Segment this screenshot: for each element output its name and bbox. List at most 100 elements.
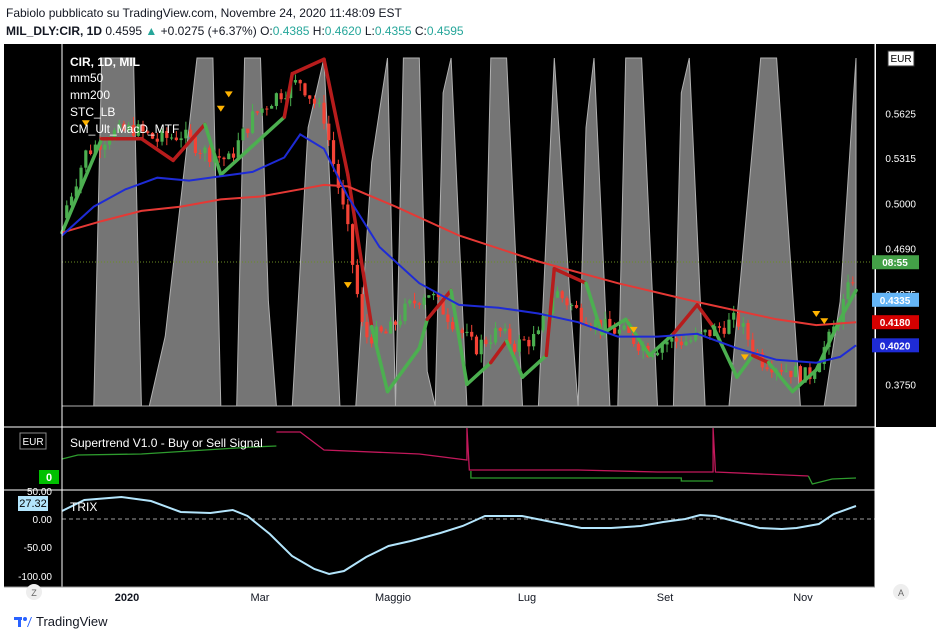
candle-body [198, 153, 202, 155]
candle-body [474, 336, 479, 355]
low-value: 0.4355 [374, 24, 412, 38]
high-value: 0.4620 [324, 24, 362, 38]
time-label: Mar [251, 592, 270, 604]
candle-body [231, 153, 236, 158]
price-axis[interactable]: 0.56250.53150.50000.46900.43750.3750 08:… [872, 44, 936, 427]
price-tick-label: 0.3750 [885, 380, 916, 391]
candle-body [184, 129, 188, 139]
candle-body [422, 297, 426, 305]
candle-body [784, 370, 788, 372]
candle-body [322, 102, 326, 124]
legend-item: mm200 [70, 88, 110, 102]
trix-title: TRIX [70, 500, 97, 514]
candle-body [327, 123, 331, 141]
high-key: H: [312, 24, 325, 38]
chart-svg[interactable]: CIR, 1D, MIL mm50 mm200 STC_LB CM_Ult_Ma… [0, 44, 936, 606]
candle-body [360, 294, 364, 322]
candle-body [265, 108, 269, 110]
candle-body [193, 137, 197, 154]
candle-body [260, 108, 264, 113]
price-tick-label: 0.5625 [885, 109, 916, 120]
candle-body [389, 321, 393, 334]
candle-body [174, 137, 178, 141]
candle-body [250, 111, 255, 133]
open-value: 0.4385 [272, 24, 310, 38]
candle-body [689, 340, 693, 342]
close-value: 0.4595 [426, 24, 464, 38]
legend-item: CM_Ult_MacD_MTF [70, 122, 179, 136]
candle-body [536, 330, 540, 334]
candle-body [736, 312, 741, 327]
legend-item: STC_LB [70, 105, 115, 119]
publish-line: Fabiolo pubblicato su TradingView.com, N… [6, 6, 402, 20]
candle-body [679, 341, 683, 346]
candle-body [255, 111, 259, 113]
price-badge-label: 08:55 [882, 258, 908, 269]
footer: TradingView [14, 614, 108, 629]
candle-body [460, 329, 464, 333]
trix-tick: 0.00 [33, 515, 53, 526]
candle-body [655, 352, 660, 356]
candle-body [484, 339, 488, 344]
candle-body [88, 150, 93, 154]
candle-body [522, 339, 526, 341]
candle-body [741, 323, 745, 327]
candle-body [346, 204, 350, 225]
candle-body [308, 95, 312, 99]
trix-tick: -100.00 [18, 572, 52, 583]
time-axis[interactable]: 2020 Mar Maggio Lug Set Nov Z A [0, 584, 936, 606]
candle-body [684, 341, 688, 346]
price-tick-label: 0.5000 [885, 200, 916, 211]
price-tick-label: 0.4690 [885, 245, 916, 256]
price-tick-label: 0.5315 [885, 154, 916, 165]
candle-body [298, 80, 302, 84]
candle-body [498, 328, 502, 331]
candle-body [703, 329, 707, 333]
candle-body [379, 326, 383, 332]
candle-body [408, 300, 412, 304]
time-label: 2020 [115, 592, 139, 604]
open-key: O: [260, 24, 273, 38]
candle-body [789, 370, 793, 378]
price-badge-label: 0.4335 [880, 296, 911, 307]
auto-scale-label: A [898, 588, 904, 598]
trix-tick: -50.00 [24, 543, 53, 554]
time-label: Lug [518, 592, 536, 604]
candle-body [217, 156, 221, 158]
candle-body [717, 326, 722, 328]
candle-body [355, 264, 359, 295]
candle-body [617, 329, 621, 334]
change: +0.0275 (+6.37%) [160, 24, 257, 38]
candle-body [470, 331, 474, 337]
candle-body [479, 339, 483, 355]
last-price: 0.4595 [105, 24, 143, 38]
candle-body [541, 316, 545, 331]
candle-body [208, 147, 212, 162]
candle-body [203, 147, 207, 154]
candle-body [708, 329, 712, 336]
candle-body [431, 293, 436, 296]
candle-body [798, 366, 803, 383]
legend-title: CIR, 1D, MIL [70, 55, 140, 69]
candle-body [84, 150, 88, 168]
candle-body [155, 138, 159, 142]
footer-brand: TradingView [36, 614, 108, 629]
candle-body [722, 327, 726, 334]
up-triangle-icon: ▲ [145, 24, 158, 38]
price-badge-label: 0.4020 [880, 341, 911, 352]
candle-body [846, 282, 850, 299]
candle-body [512, 343, 517, 352]
candle-body [732, 312, 736, 320]
candle-body [222, 157, 226, 160]
symbol-line: MIL_DLY:CIR, 1D 0.4595 ▲ +0.0275 (+6.37%… [6, 22, 464, 40]
price-badge-label: 0.4180 [880, 318, 911, 329]
close-key: C: [414, 24, 427, 38]
candle-body [489, 342, 493, 344]
candle-body [779, 369, 783, 372]
candle-body [417, 303, 421, 305]
candle-body [555, 291, 560, 298]
candle-body [241, 128, 245, 141]
candle-body [270, 105, 274, 109]
candle-body [393, 321, 398, 325]
candle-body [293, 80, 298, 83]
